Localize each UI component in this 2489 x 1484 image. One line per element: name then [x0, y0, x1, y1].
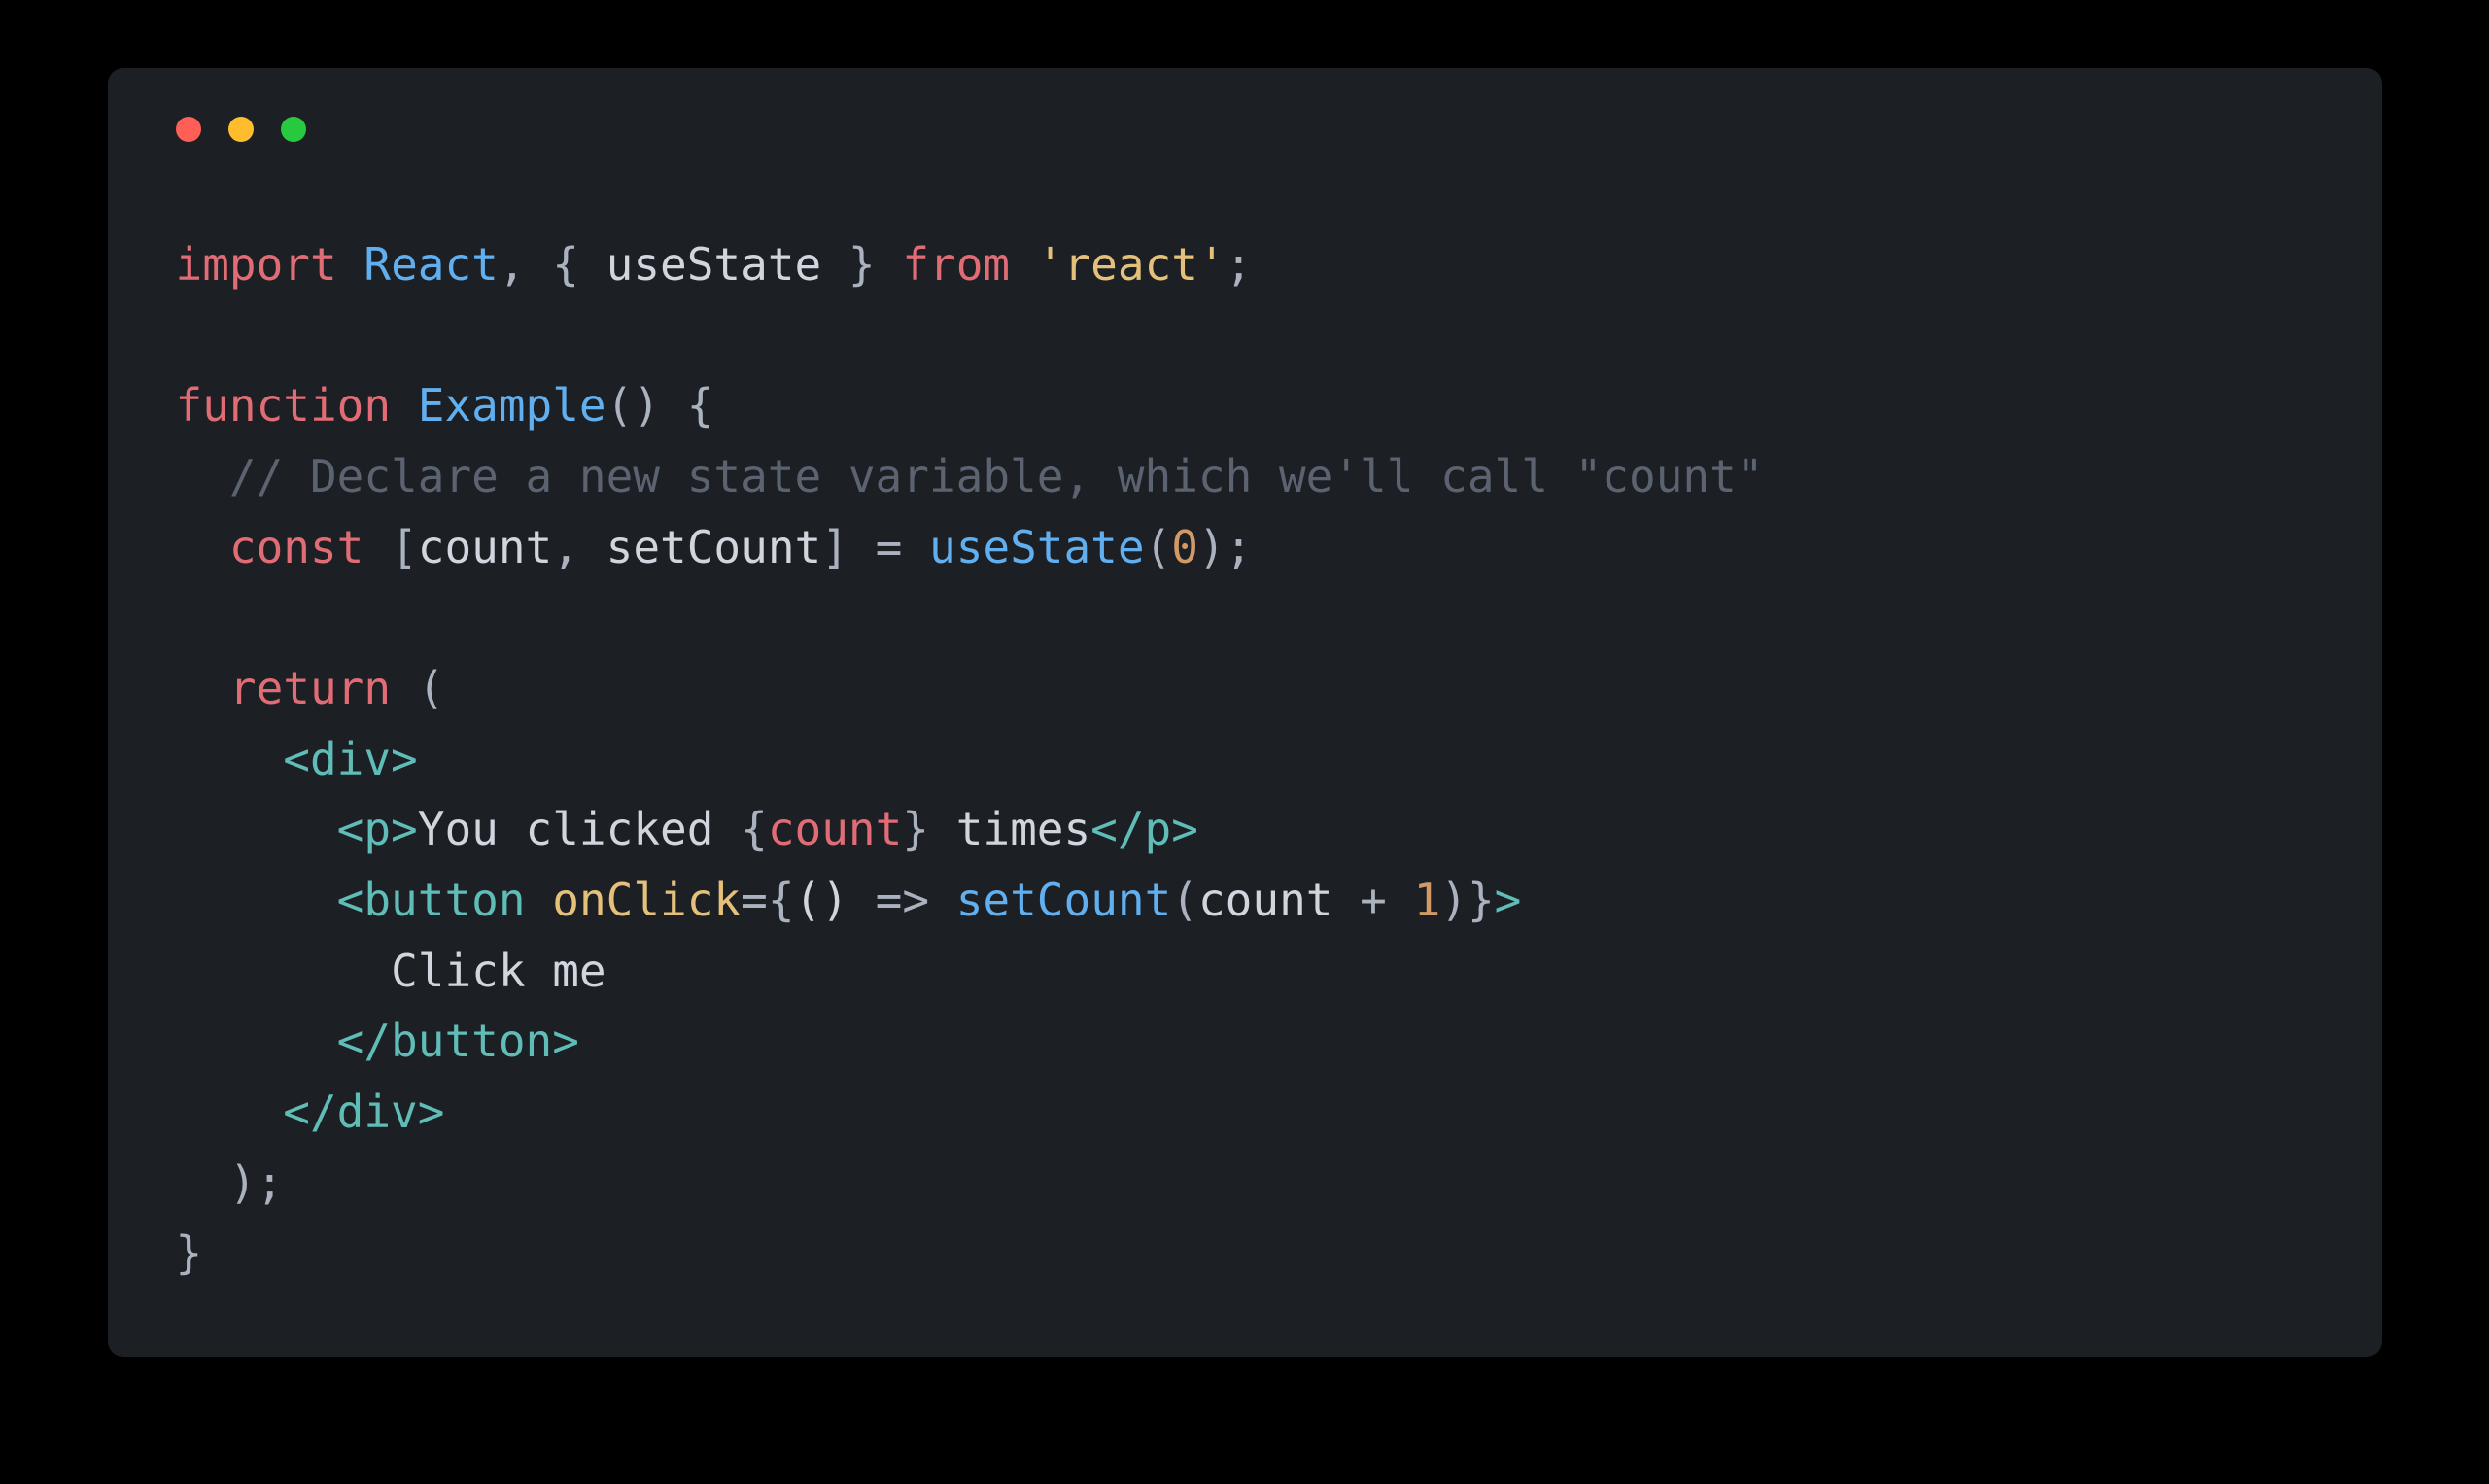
code-line-11: Click me — [176, 945, 606, 997]
code-line-8: <div> — [176, 733, 418, 785]
code-line-1: import React, { useState } from 'react'; — [176, 238, 1253, 291]
code-line-14: ); — [176, 1156, 284, 1209]
minimize-icon[interactable] — [228, 117, 254, 142]
code-block: import React, { useState } from 'react';… — [176, 229, 2314, 1289]
code-window: import React, { useState } from 'react';… — [108, 68, 2382, 1357]
maximize-icon[interactable] — [281, 117, 306, 142]
code-line-5: const [count, setCount] = useState(0); — [176, 521, 1253, 573]
close-icon[interactable] — [176, 117, 201, 142]
code-line-15: } — [176, 1226, 203, 1279]
code-line-4: // Declare a new state variable, which w… — [176, 450, 1764, 502]
code-line-7: return ( — [176, 662, 445, 714]
code-line-9: <p>You clicked {count} times</p> — [176, 803, 1198, 855]
code-line-3: function Example() { — [176, 379, 714, 431]
code-line-12: </button> — [176, 1015, 579, 1067]
traffic-lights — [176, 117, 2314, 142]
code-line-10: <button onClick={() => setCount(count + … — [176, 874, 1522, 926]
code-line-13: </div> — [176, 1086, 445, 1138]
